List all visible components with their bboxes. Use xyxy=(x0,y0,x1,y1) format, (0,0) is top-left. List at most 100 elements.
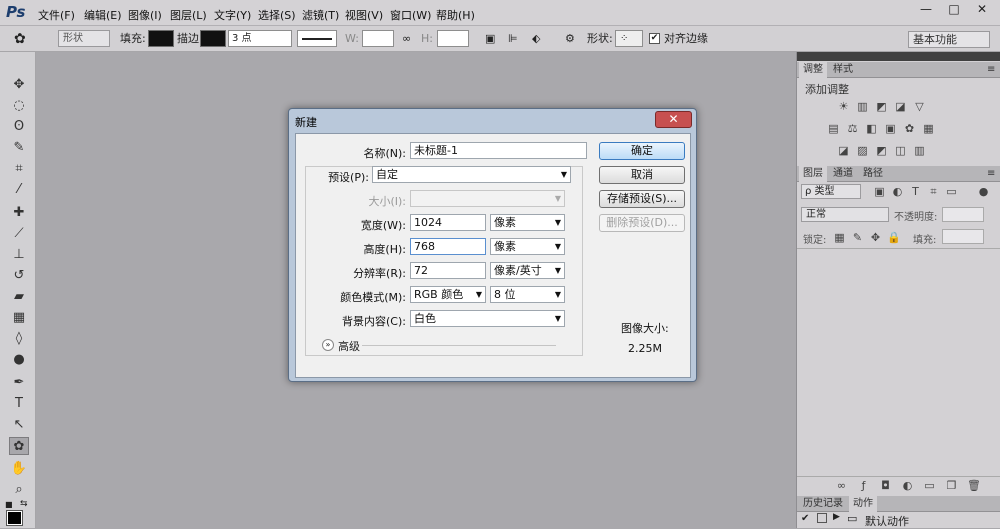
minimize-button[interactable]: — xyxy=(912,0,940,18)
size-select[interactable]: ▼ xyxy=(410,190,565,207)
quick-select-tool-icon[interactable]: ✎ xyxy=(9,139,29,157)
expand-triangle-icon[interactable]: ▶ xyxy=(833,512,840,522)
tab-history[interactable]: 历史记录 xyxy=(799,496,847,512)
invert-icon[interactable]: ◪ xyxy=(837,145,850,157)
zoom-tool-icon[interactable]: ⌕ xyxy=(9,481,29,499)
filter-toggle-icon[interactable]: ● xyxy=(977,186,990,198)
workspace-switcher[interactable]: 基本功能 xyxy=(908,31,990,48)
new-group-icon[interactable]: ▭ xyxy=(923,480,936,492)
healing-brush-tool-icon[interactable]: ✚ xyxy=(9,204,29,222)
lock-all-icon[interactable]: 🔒 xyxy=(887,232,901,244)
close-app-button[interactable]: ✕ xyxy=(968,0,996,18)
crop-tool-icon[interactable]: ⌗ xyxy=(9,160,29,178)
new-adjustment-icon[interactable]: ◐ xyxy=(901,480,914,492)
cancel-button[interactable]: 取消 xyxy=(599,166,685,184)
default-colors-icon[interactable]: ■ xyxy=(5,500,13,509)
lock-position-icon[interactable]: ✥ xyxy=(869,232,882,244)
gradient-map-icon[interactable]: ◫ xyxy=(894,145,907,157)
pixel-filter-icon[interactable]: ▣ xyxy=(873,186,886,198)
curves-icon[interactable]: ◩ xyxy=(875,101,888,113)
layer-style-icon[interactable]: ƒ xyxy=(857,480,870,492)
brightness-icon[interactable]: ☀ xyxy=(837,101,850,113)
move-tool-icon[interactable]: ✥ xyxy=(9,76,29,94)
ok-button[interactable]: 确定 xyxy=(599,142,685,160)
menu-image[interactable]: 图像(I) xyxy=(128,7,162,23)
tab-adjustments[interactable]: 调整 xyxy=(799,62,827,78)
link-layers-icon[interactable]: ∞ xyxy=(835,480,848,492)
type-tool-icon[interactable]: T xyxy=(9,395,29,413)
history-brush-tool-icon[interactable]: ↺ xyxy=(9,267,29,285)
menu-select[interactable]: 选择(S) xyxy=(258,7,296,23)
menu-view[interactable]: 视图(V) xyxy=(345,7,383,23)
hue-saturation-icon[interactable]: ▤ xyxy=(827,123,840,135)
tab-styles[interactable]: 样式 xyxy=(829,62,857,78)
clone-stamp-tool-icon[interactable]: ⊥ xyxy=(9,246,29,264)
save-preset-button[interactable]: 存储预设(S)... xyxy=(599,190,685,208)
opacity-field[interactable] xyxy=(942,207,984,222)
default-actions-label[interactable]: 默认动作 xyxy=(865,513,909,529)
layer-mask-icon[interactable]: ◘ xyxy=(879,480,892,492)
panel-menu-icon[interactable]: ≡ xyxy=(983,62,999,78)
fill-swatch[interactable] xyxy=(148,30,174,47)
foreground-color-swatch[interactable] xyxy=(6,510,23,526)
path-operations-icon[interactable]: ▣ xyxy=(485,31,495,47)
blend-mode-select[interactable]: 正常 xyxy=(801,207,889,222)
width-input[interactable]: 1024 xyxy=(410,214,486,231)
custom-shape-tool-icon[interactable]: ✿ xyxy=(9,437,29,455)
path-alignment-icon[interactable]: ⊫ xyxy=(508,31,518,47)
stroke-width-field[interactable]: 3 点 xyxy=(228,30,292,47)
lock-transparent-icon[interactable]: ▦ xyxy=(833,232,846,244)
swap-colors-icon[interactable]: ⇆ xyxy=(20,499,28,509)
menu-edit[interactable]: 编辑(E) xyxy=(84,7,122,23)
menu-type[interactable]: 文字(Y) xyxy=(214,7,251,23)
smart-object-filter-icon[interactable]: ▭ xyxy=(945,186,958,198)
path-select-tool-icon[interactable]: ↖ xyxy=(9,416,29,434)
action-check-icon[interactable]: ✔ xyxy=(801,513,809,524)
align-edges-checkbox[interactable]: ✔ xyxy=(649,33,660,44)
eyedropper-tool-icon[interactable]: ⁄ xyxy=(9,181,29,199)
threshold-icon[interactable]: ◩ xyxy=(875,145,888,157)
height-input[interactable]: 768 xyxy=(410,238,486,255)
document-name-input[interactable]: 未标题-1 xyxy=(410,142,587,159)
stroke-type-select[interactable] xyxy=(297,30,337,47)
brush-tool-icon[interactable]: ⟋ xyxy=(9,225,29,243)
tab-channels[interactable]: 通道 xyxy=(829,166,857,182)
color-mode-select[interactable]: RGB 颜色 ▼ xyxy=(410,286,486,303)
photo-filter-icon[interactable]: ▣ xyxy=(884,123,897,135)
width-field[interactable] xyxy=(362,30,394,47)
channel-mixer-icon[interactable]: ✿ xyxy=(903,123,916,135)
menu-layer[interactable]: 图层(L) xyxy=(170,7,207,23)
gear-icon[interactable]: ⚙ xyxy=(565,31,575,47)
advanced-expand-icon[interactable]: » xyxy=(322,339,334,351)
type-filter-icon[interactable]: T xyxy=(909,186,922,198)
trash-icon[interactable]: 🗑 xyxy=(967,480,981,492)
resolution-unit-select[interactable]: 像素/英寸 ▼ xyxy=(490,262,565,279)
maximize-button[interactable]: □ xyxy=(940,0,968,18)
resolution-input[interactable]: 72 xyxy=(410,262,486,279)
lasso-tool-icon[interactable]: ʘ xyxy=(9,118,29,136)
levels-icon[interactable]: ▥ xyxy=(856,101,869,113)
layer-fill-field[interactable] xyxy=(942,229,984,244)
tab-actions[interactable]: 动作 xyxy=(849,496,877,512)
marquee-tool-icon[interactable]: ◌ xyxy=(9,97,29,115)
adjustment-filter-icon[interactable]: ◐ xyxy=(891,186,904,198)
posterize-icon[interactable]: ▨ xyxy=(856,145,869,157)
background-select[interactable]: 白色 ▼ xyxy=(410,310,565,327)
width-unit-select[interactable]: 像素 ▼ xyxy=(490,214,565,231)
dialog-close-button[interactable]: ✕ xyxy=(655,111,692,128)
lock-image-icon[interactable]: ✎ xyxy=(851,232,864,244)
color-balance-icon[interactable]: ⚖ xyxy=(846,123,859,135)
blur-tool-icon[interactable]: ◊ xyxy=(9,330,29,348)
tab-paths[interactable]: 路径 xyxy=(859,166,887,182)
color-lookup-icon[interactable]: ▦ xyxy=(922,123,935,135)
hand-tool-icon[interactable]: ✋ xyxy=(9,460,29,478)
layer-filter-select[interactable]: ρ 类型 xyxy=(801,184,861,199)
stroke-swatch[interactable] xyxy=(200,30,226,47)
gradient-tool-icon[interactable]: ▦ xyxy=(9,309,29,327)
custom-shape-picker[interactable]: ⁘ xyxy=(615,30,643,47)
path-arrange-icon[interactable]: ⬖ xyxy=(532,31,540,47)
bit-depth-select[interactable]: 8 位 ▼ xyxy=(490,286,565,303)
vibrance-icon[interactable]: ▽ xyxy=(913,101,926,113)
selective-color-icon[interactable]: ▥ xyxy=(913,145,926,157)
shape-tool-icon[interactable]: ✿ xyxy=(14,31,26,47)
